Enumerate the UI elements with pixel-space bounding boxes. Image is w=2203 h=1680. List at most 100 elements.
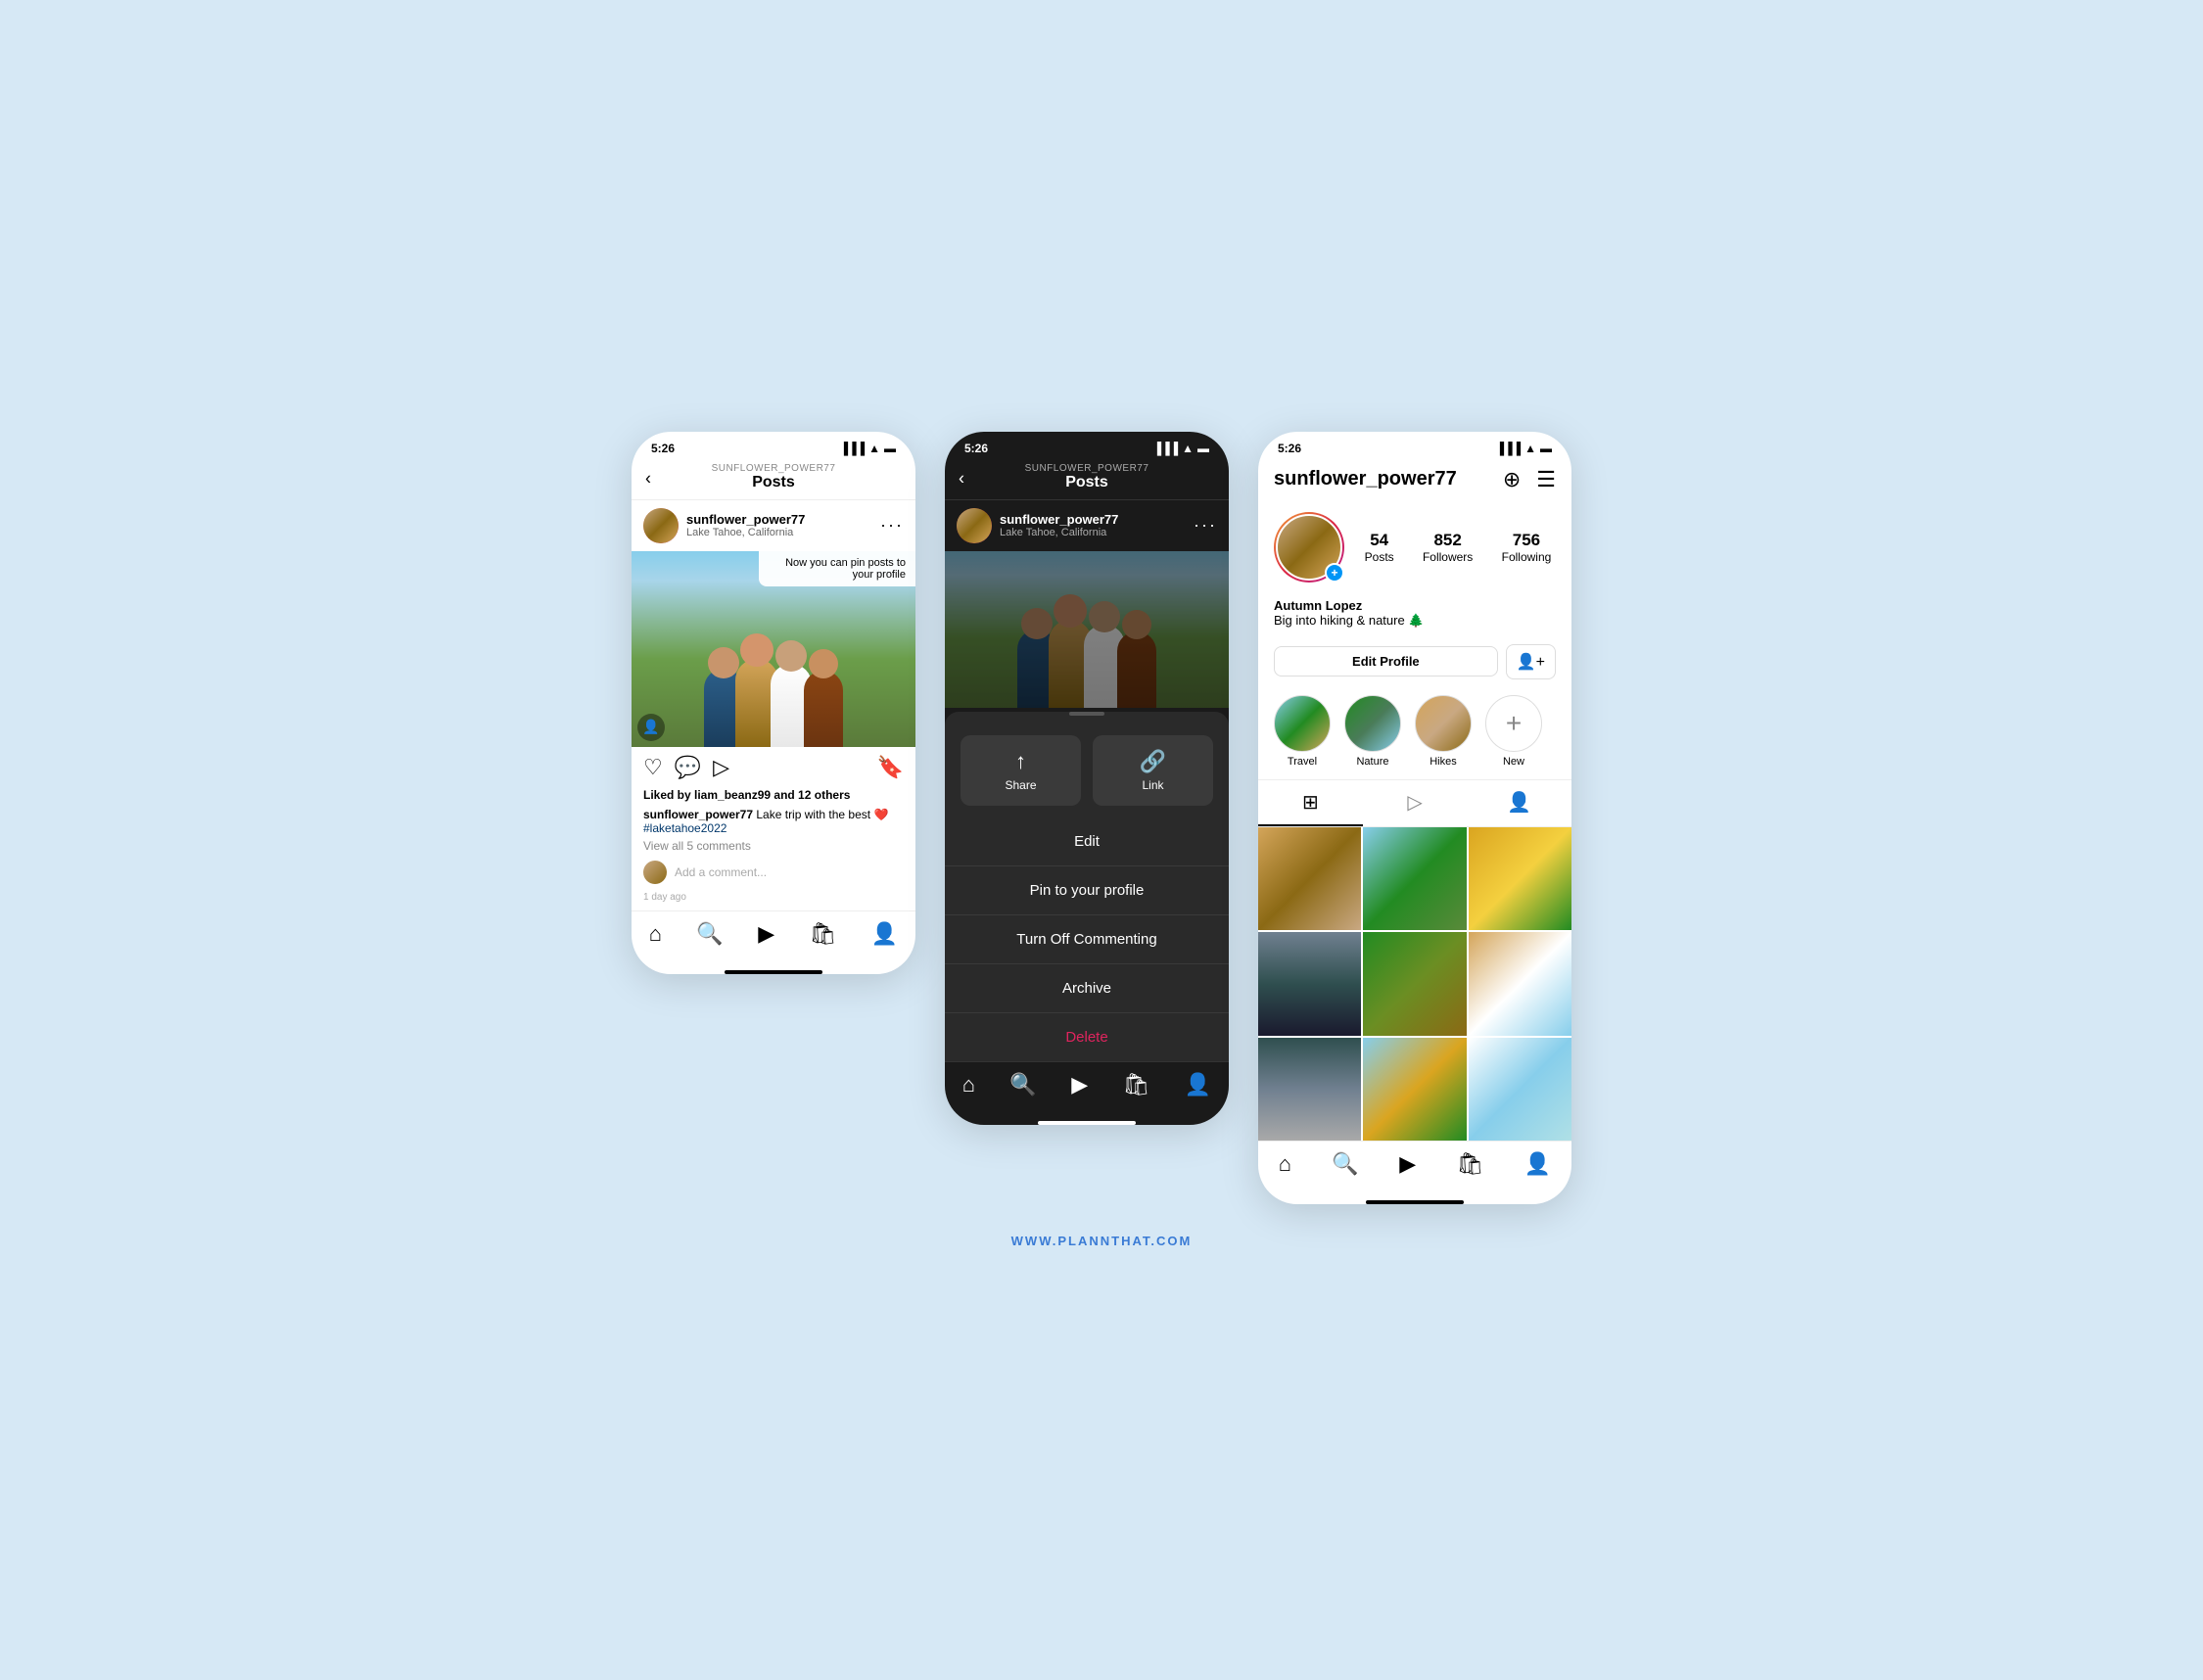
highlight-label-new: New [1485, 756, 1542, 768]
grid-photo-2[interactable] [1363, 827, 1466, 930]
highlight-hikes[interactable]: Hikes [1415, 695, 1472, 768]
followers-count: 852 [1423, 531, 1473, 550]
nav-search-2[interactable]: 🔍 [1009, 1072, 1036, 1097]
highlight-circle-new: + [1485, 695, 1542, 752]
grid-photo-4[interactable] [1258, 932, 1361, 1035]
grid-photo-8[interactable] [1363, 1038, 1466, 1141]
following-stat[interactable]: 756 Following [1502, 531, 1552, 564]
comment-placeholder[interactable]: Add a comment... [675, 865, 767, 879]
menu-icon[interactable]: ☰ [1536, 467, 1556, 492]
tab-reels[interactable]: ▷ [1363, 780, 1468, 826]
post-avatar-1[interactable] [643, 508, 679, 543]
add-person-button[interactable]: 👤+ [1506, 644, 1556, 679]
followers-stat[interactable]: 852 Followers [1423, 531, 1473, 564]
sheet-turn-off-commenting-btn[interactable]: Turn Off Commenting [945, 915, 1229, 964]
nav-home-3[interactable]: ⌂ [1279, 1151, 1291, 1177]
time-2: 5:26 [964, 442, 988, 455]
home-indicator-3 [1366, 1200, 1464, 1204]
profile-full-name: Autumn Lopez [1274, 598, 1556, 613]
nav-home-1[interactable]: ⌂ [649, 921, 662, 947]
like-icon[interactable]: ♡ [643, 755, 663, 780]
following-label: Following [1502, 550, 1552, 564]
sheet-pin-btn[interactable]: Pin to your profile [945, 866, 1229, 915]
avatar-img-2 [957, 508, 992, 543]
grid-photo-6[interactable] [1469, 932, 1571, 1035]
nav-reels-1[interactable]: ▶ [758, 921, 774, 947]
wifi-icon: ▲ [868, 442, 880, 455]
nav-profile-3[interactable]: 👤 [1524, 1151, 1551, 1177]
caption-username[interactable]: sunflower_power77 [643, 808, 753, 821]
bottom-sheet: ↑ Share 🔗 Link Edit Pin to your profile … [945, 712, 1229, 1061]
back-button-2[interactable]: ‹ [959, 469, 964, 490]
phones-container: 5:26 ▐▐▐ ▲ ▬ ‹ SUNFLOWER_POWER77 Posts [632, 432, 1571, 1204]
sheet-edit-btn[interactable]: Edit [945, 817, 1229, 866]
sheet-handle [1069, 712, 1104, 716]
status-icons-2: ▐▐▐ ▲ ▬ [1153, 442, 1209, 455]
status-icons-3: ▐▐▐ ▲ ▬ [1496, 442, 1552, 455]
nav-reels-2[interactable]: ▶ [1071, 1072, 1088, 1097]
link-button[interactable]: 🔗 Link [1093, 735, 1213, 806]
nav-profile-1[interactable]: 👤 [871, 921, 898, 947]
post-scene-1: Now you can pin posts to your profile 👤 [632, 551, 915, 747]
post-options-btn-1[interactable]: ··· [880, 515, 904, 536]
post-header-bar-2: ‹ SUNFLOWER_POWER77 Posts [945, 459, 1229, 500]
nav-shop-2[interactable]: 🛍 [1123, 1072, 1150, 1097]
grid-photo-1[interactable] [1258, 827, 1361, 930]
grid-photo-9[interactable] [1469, 1038, 1571, 1141]
header-username-small-2: SUNFLOWER_POWER77 [961, 463, 1213, 474]
phone-3: 5:26 ▐▐▐ ▲ ▬ sunflower_power77 ⊕ ☰ + [1258, 432, 1571, 1204]
battery-icon: ▬ [884, 442, 896, 455]
post-user-info-1: sunflower_power77 Lake Tahoe, California [686, 512, 805, 538]
post-location-1: Lake Tahoe, California [686, 527, 805, 538]
posts-count: 54 [1365, 531, 1394, 550]
post-username-2[interactable]: sunflower_power77 [1000, 512, 1118, 527]
status-bar-3: 5:26 ▐▐▐ ▲ ▬ [1258, 432, 1571, 459]
nav-shop-3[interactable]: 🛍 [1457, 1151, 1484, 1177]
add-comment-row: Add a comment... [632, 855, 915, 890]
post-avatar-2[interactable] [957, 508, 992, 543]
likes-row: Liked by liam_beanz99 and 12 others [632, 784, 915, 806]
highlight-circle-nature [1344, 695, 1401, 752]
grid-photo-3[interactable] [1469, 827, 1571, 930]
nav-profile-2[interactable]: 👤 [1185, 1072, 1211, 1097]
tab-grid[interactable]: ⊞ [1258, 780, 1363, 826]
new-post-icon[interactable]: ⊕ [1503, 467, 1521, 492]
wifi-icon-2: ▲ [1182, 442, 1194, 455]
nav-shop-1[interactable]: 🛍 [810, 921, 837, 947]
nav-search-1[interactable]: 🔍 [696, 921, 723, 947]
header-title-1: Posts [647, 474, 900, 491]
comment-icon[interactable]: 💬 [675, 755, 701, 780]
share-icon[interactable]: ▷ [713, 755, 729, 780]
nav-reels-3[interactable]: ▶ [1399, 1151, 1416, 1177]
status-bar-2: 5:26 ▐▐▐ ▲ ▬ [945, 432, 1229, 459]
post-user-left-2: sunflower_power77 Lake Tahoe, California [957, 508, 1118, 543]
sheet-archive-btn[interactable]: Archive [945, 964, 1229, 1013]
grid-photo-7[interactable] [1258, 1038, 1361, 1141]
highlight-travel[interactable]: Travel [1274, 695, 1331, 768]
save-icon[interactable]: 🔖 [877, 755, 904, 780]
posts-stat[interactable]: 54 Posts [1365, 531, 1394, 564]
signal-icon: ▐▐▐ [840, 442, 866, 455]
post-options-btn-2[interactable]: ··· [1194, 515, 1217, 536]
share-button[interactable]: ↑ Share [961, 735, 1081, 806]
post-user-info-2: sunflower_power77 Lake Tahoe, California [1000, 512, 1118, 538]
post-username-1[interactable]: sunflower_power77 [686, 512, 805, 527]
header-username-small-1: SUNFLOWER_POWER77 [647, 463, 900, 474]
highlight-new[interactable]: + New [1485, 695, 1542, 768]
highlight-nature[interactable]: Nature [1344, 695, 1401, 768]
edit-profile-button[interactable]: Edit Profile [1274, 646, 1498, 677]
comments-link[interactable]: View all 5 comments [632, 837, 915, 855]
tab-tagged[interactable]: 👤 [1467, 780, 1571, 826]
share-label: Share [968, 778, 1073, 792]
sheet-delete-btn[interactable]: Delete [945, 1013, 1229, 1061]
stats-group: 54 Posts 852 Followers 756 Following [1360, 531, 1556, 564]
back-button-1[interactable]: ‹ [645, 469, 651, 490]
nav-home-2[interactable]: ⌂ [962, 1072, 975, 1097]
add-story-badge[interactable]: + [1325, 563, 1344, 583]
profile-header-icons: ⊕ ☰ [1503, 467, 1556, 492]
home-indicator-1 [725, 970, 822, 974]
grid-photo-5[interactable] [1363, 932, 1466, 1035]
hashtag[interactable]: #laketahoe2022 [643, 821, 727, 835]
nav-search-3[interactable]: 🔍 [1332, 1151, 1358, 1177]
profile-avatar[interactable]: + [1274, 512, 1344, 583]
